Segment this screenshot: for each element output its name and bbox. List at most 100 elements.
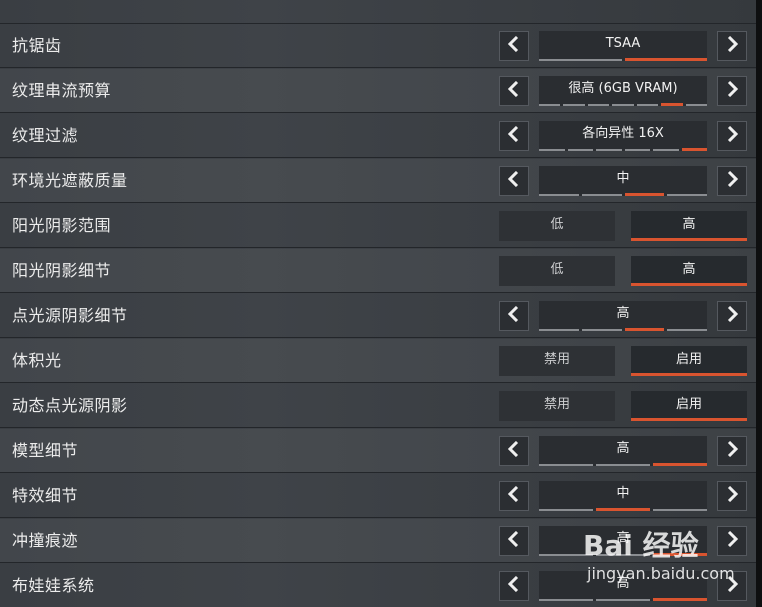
setting-row: 环境光遮蔽质量 中 <box>0 159 756 203</box>
toggle-option[interactable]: 禁用 <box>499 346 615 376</box>
option-value-box[interactable]: 很高 (6GB VRAM) <box>539 76 707 106</box>
option-selector: 高 <box>499 436 747 466</box>
level-segment <box>539 104 561 106</box>
chevron-right-icon <box>726 170 739 191</box>
option-value-box[interactable]: 中 <box>539 166 707 196</box>
setting-label: 体积光 <box>12 351 62 370</box>
setting-label: 阳光阴影范围 <box>12 216 112 235</box>
prev-option-button[interactable] <box>499 121 529 151</box>
level-segment <box>539 194 579 196</box>
level-indicator <box>539 193 707 196</box>
chevron-left-icon <box>507 125 520 146</box>
option-selector: 中 <box>499 166 747 196</box>
option-value: 高 <box>616 441 630 456</box>
toggle-group: 禁用 启用 <box>499 346 747 376</box>
toggle-group: 低高 <box>499 256 747 286</box>
level-segment <box>596 599 650 601</box>
next-option-button[interactable] <box>717 571 747 601</box>
next-option-button[interactable] <box>717 301 747 331</box>
scrollbar-track[interactable] <box>756 0 762 607</box>
level-indicator <box>539 463 707 466</box>
level-segment <box>563 104 585 106</box>
level-indicator <box>539 58 707 61</box>
chevron-left-icon <box>507 35 520 56</box>
level-segment <box>596 508 650 511</box>
level-indicator <box>539 508 707 511</box>
option-selector: 中 <box>499 481 747 511</box>
chevron-left-icon <box>507 305 520 326</box>
level-indicator <box>539 328 707 331</box>
option-value-box[interactable]: 高 <box>539 571 707 601</box>
level-segment <box>667 194 707 196</box>
setting-row: 阳光阴影范围 低高 <box>0 204 756 248</box>
level-segment <box>636 104 659 106</box>
setting-row: 纹理过滤 各向异性 16X <box>0 114 756 158</box>
next-option-button[interactable] <box>717 121 747 151</box>
prev-option-button[interactable] <box>499 481 529 511</box>
level-segment <box>624 149 650 151</box>
next-option-button[interactable] <box>717 76 747 106</box>
next-option-button[interactable] <box>717 31 747 61</box>
toggle-option[interactable]: 禁用 <box>499 391 615 421</box>
level-segment <box>539 329 579 331</box>
next-option-button[interactable] <box>717 166 747 196</box>
prev-option-button[interactable] <box>499 76 529 106</box>
toggle-group: 禁用 启用 <box>499 391 747 421</box>
chevron-right-icon <box>726 125 739 146</box>
toggle-option[interactable]: 低 <box>499 256 615 286</box>
level-segment <box>539 509 593 511</box>
setting-row: 点光源阴影细节 高 <box>0 294 756 338</box>
setting-label: 布娃娃系统 <box>12 576 95 595</box>
chevron-right-icon <box>726 485 739 506</box>
video-settings-panel: 抗锯齿 TSAA 纹理串流预算 很高 (6GB VRAM) 纹理过滤 各向异性 16X 环境… <box>0 0 756 607</box>
prev-option-button[interactable] <box>499 31 529 61</box>
prev-option-button[interactable] <box>499 166 529 196</box>
option-value: 中 <box>616 486 630 501</box>
prev-option-button[interactable] <box>499 526 529 556</box>
level-segment <box>581 194 622 196</box>
setting-label: 特效细节 <box>12 486 79 505</box>
next-option-button[interactable] <box>717 436 747 466</box>
chevron-left-icon <box>507 80 520 101</box>
next-option-button[interactable] <box>717 481 747 511</box>
option-value-box[interactable]: 各向异性 16X <box>539 121 707 151</box>
option-value: 中 <box>616 171 630 186</box>
toggle-option[interactable]: 高 <box>631 256 747 286</box>
prev-option-button[interactable] <box>499 571 529 601</box>
toggle-option[interactable]: 高 <box>631 211 747 241</box>
toggle-option[interactable]: 启用 <box>631 346 747 376</box>
option-value-box[interactable]: 高 <box>539 526 707 556</box>
setting-label: 环境光遮蔽质量 <box>12 171 128 190</box>
level-indicator <box>539 598 707 601</box>
option-value-box[interactable]: 中 <box>539 481 707 511</box>
option-selector: 高 <box>499 526 747 556</box>
chevron-left-icon <box>507 170 520 191</box>
level-segment <box>624 58 707 61</box>
level-segment <box>653 598 707 601</box>
chevron-left-icon <box>507 440 520 461</box>
level-indicator <box>539 148 707 151</box>
option-value-box[interactable]: TSAA <box>539 31 707 61</box>
chevron-left-icon <box>507 485 520 506</box>
option-value-box[interactable]: 高 <box>539 436 707 466</box>
next-option-button[interactable] <box>717 526 747 556</box>
option-value: 各向异性 16X <box>582 126 664 141</box>
setting-label: 模型细节 <box>12 441 79 460</box>
prev-option-button[interactable] <box>499 436 529 466</box>
chevron-left-icon <box>507 575 520 596</box>
option-value: 高 <box>616 306 630 321</box>
toggle-option[interactable]: 启用 <box>631 391 747 421</box>
toggle-option[interactable]: 低 <box>499 211 615 241</box>
setting-label: 冲撞痕迹 <box>12 531 79 550</box>
option-value-box[interactable]: 高 <box>539 301 707 331</box>
toggle-group: 低高 <box>499 211 747 241</box>
setting-row: 纹理串流预算 很高 (6GB VRAM) <box>0 69 756 113</box>
level-segment <box>539 149 565 151</box>
setting-row: 特效细节 中 <box>0 474 756 518</box>
prev-option-button[interactable] <box>499 301 529 331</box>
setting-row: 布娃娃系统 高 <box>0 564 756 607</box>
option-selector: TSAA <box>499 31 747 61</box>
level-segment <box>596 554 650 556</box>
setting-label: 抗锯齿 <box>12 36 62 55</box>
level-segment <box>653 463 707 466</box>
